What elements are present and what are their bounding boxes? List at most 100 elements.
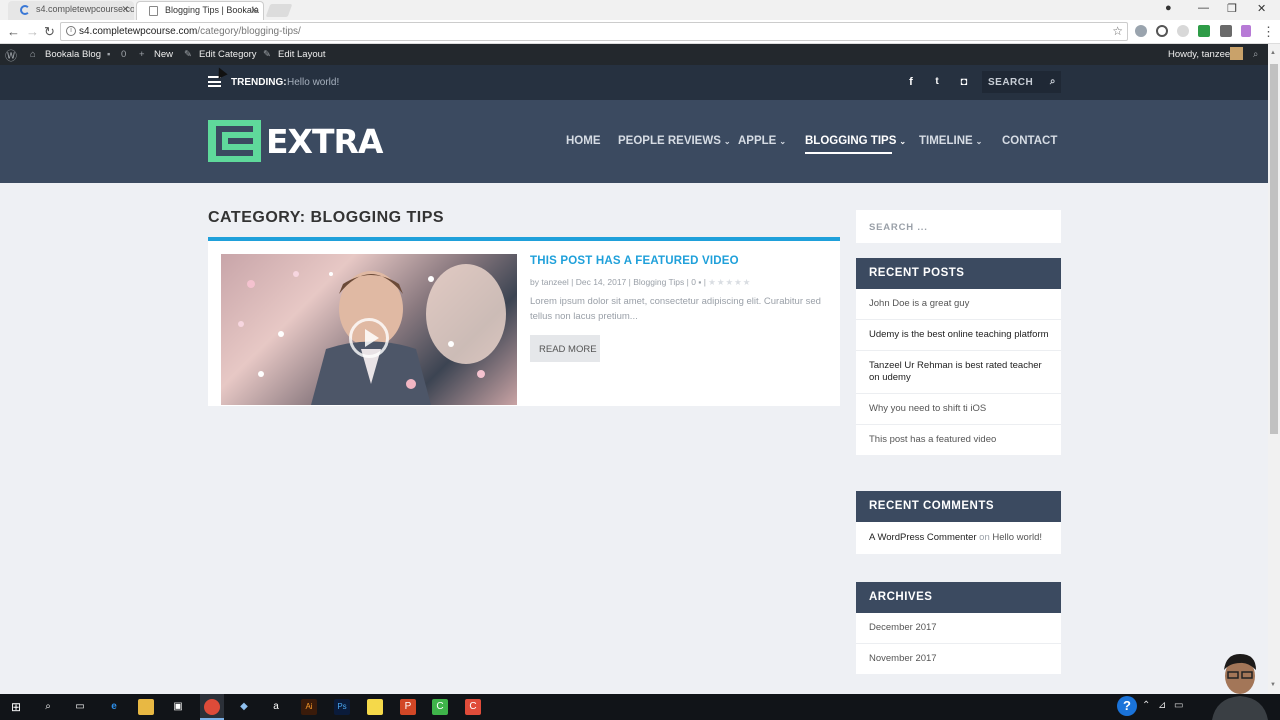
- recent-post-link[interactable]: John Doe is a great guy: [856, 289, 1061, 320]
- nav-label: APPLE: [738, 135, 777, 147]
- photoshop-icon[interactable]: Ps: [334, 699, 350, 715]
- howdy-link[interactable]: Howdy, tanzeel: [1168, 49, 1232, 60]
- post-title-link[interactable]: THIS POST HAS A FEATURED VIDEO: [530, 255, 739, 267]
- tab-title: Blogging Tips | Bookala: [165, 5, 259, 15]
- pen-icon[interactable]: [1241, 25, 1251, 37]
- meta-by: by: [530, 277, 539, 287]
- top-search-box[interactable]: SEARCH ⌕: [982, 71, 1061, 93]
- nav-timeline[interactable]: TIMELINE ⌄: [919, 135, 982, 147]
- plus-icon: +: [139, 49, 145, 60]
- archive-link[interactable]: December 2017: [856, 613, 1061, 644]
- recent-post-link[interactable]: This post has a featured video: [856, 425, 1061, 455]
- menu-icon[interactable]: ⋮: [1262, 24, 1275, 40]
- archive-link[interactable]: November 2017: [856, 644, 1061, 674]
- tray-chevron-icon[interactable]: ⌃: [1142, 700, 1150, 711]
- comment-post-link[interactable]: Hello world!: [992, 532, 1042, 543]
- windows-taskbar: ⊞ ⌕ ▭ e ▣ ◆ a Ai Ps P C C ? ⌃ ⊿ ▭: [0, 694, 1280, 720]
- battery-icon[interactable]: ▭: [1174, 700, 1183, 711]
- network-icon[interactable]: ⊿: [1158, 700, 1166, 711]
- nav-contact[interactable]: CONTACT: [1002, 135, 1057, 147]
- extension-icon[interactable]: [1177, 25, 1189, 37]
- pencil-icon: ✎: [184, 49, 192, 60]
- task-view-icon[interactable]: ▭: [72, 699, 88, 715]
- new-link[interactable]: New: [154, 49, 173, 60]
- scroll-up-icon[interactable]: ▲: [1270, 50, 1276, 56]
- extension-icon[interactable]: [1135, 25, 1147, 37]
- nav-apple[interactable]: APPLE ⌄: [738, 135, 786, 147]
- webcam-overlay: [1212, 654, 1268, 720]
- facebook-icon[interactable]: f: [902, 73, 920, 91]
- search-icon[interactable]: ⌕: [1253, 49, 1258, 60]
- store-icon[interactable]: ▣: [170, 699, 186, 715]
- back-icon[interactable]: ←: [7, 24, 20, 39]
- edit-category-link[interactable]: Edit Category: [199, 49, 257, 60]
- recent-post-link[interactable]: Tanzeel Ur Rehman is best rated teacher …: [856, 351, 1061, 394]
- nav-people-reviews[interactable]: PEOPLE REVIEWS ⌄: [618, 135, 731, 147]
- recent-post-link[interactable]: Why you need to shift ti iOS: [856, 394, 1061, 425]
- file-explorer-icon[interactable]: [138, 699, 154, 715]
- instagram-icon[interactable]: ◘: [955, 73, 973, 91]
- post-card: THIS POST HAS A FEATURED VIDEO by tanzee…: [208, 241, 840, 406]
- meta-date: Dec 14, 2017: [575, 277, 627, 287]
- dropbox-icon[interactable]: ◆: [236, 699, 252, 715]
- page-scrollbar[interactable]: ▲ ▼: [1268, 44, 1280, 694]
- rating-stars-icon[interactable]: ★★★★★: [708, 277, 751, 287]
- restore-icon[interactable]: ❐: [1227, 2, 1237, 15]
- powerpoint-icon[interactable]: P: [400, 699, 416, 715]
- logo-text[interactable]: EXTRA: [266, 122, 383, 161]
- camtasia-icon[interactable]: C: [432, 699, 448, 715]
- logo-icon[interactable]: [208, 120, 261, 162]
- windows-start-icon[interactable]: ⊞: [8, 699, 24, 715]
- trending-link[interactable]: Hello world!: [287, 77, 339, 88]
- bookmark-star-icon[interactable]: ☆: [1112, 24, 1123, 38]
- scrollbar-thumb[interactable]: [1270, 64, 1278, 434]
- play-icon[interactable]: [349, 318, 389, 358]
- browser-tab[interactable]: s4.completewpcourse.co ✕: [8, 1, 134, 20]
- recent-post-link[interactable]: Udemy is the best online teaching platfo…: [856, 320, 1061, 351]
- avatar[interactable]: [1230, 47, 1243, 60]
- window-close-icon[interactable]: ✕: [1257, 2, 1266, 15]
- edit-layout-link[interactable]: Edit Layout: [278, 49, 326, 60]
- comments-count[interactable]: 0: [121, 49, 126, 60]
- read-more-button[interactable]: READ MORE: [530, 335, 600, 362]
- help-icon[interactable]: ?: [1117, 696, 1137, 716]
- illustrator-icon[interactable]: Ai: [301, 699, 317, 715]
- browser-tab-active[interactable]: Blogging Tips | Bookala ✕: [136, 1, 264, 20]
- nav-blogging-tips[interactable]: BLOGGING TIPS ⌄: [805, 135, 906, 154]
- recorder-icon[interactable]: C: [465, 699, 481, 715]
- nav-home[interactable]: HOME: [566, 135, 601, 147]
- comment-author-link[interactable]: A WordPress Commenter: [869, 532, 977, 543]
- new-tab-button[interactable]: [265, 4, 293, 17]
- search-icon[interactable]: ⌕: [1050, 76, 1056, 87]
- amazon-icon[interactable]: a: [268, 699, 284, 715]
- chevron-down-icon: ⌄: [779, 137, 787, 146]
- site-name-link[interactable]: Bookala Blog: [45, 49, 101, 60]
- twitter-icon[interactable]: t: [928, 73, 946, 91]
- minimize-icon[interactable]: —: [1198, 2, 1209, 14]
- extension-icon[interactable]: [1220, 25, 1232, 37]
- chrome-icon[interactable]: [204, 699, 220, 715]
- close-icon[interactable]: ✕: [121, 4, 129, 15]
- nav-label: HOME: [566, 135, 601, 147]
- edge-icon[interactable]: e: [106, 699, 122, 715]
- wordpress-icon[interactable]: Ⓦ: [5, 47, 17, 64]
- sticky-notes-icon[interactable]: [367, 699, 383, 715]
- extension-icon[interactable]: [1156, 25, 1168, 37]
- sidebar-search-input[interactable]: SEARCH ...: [856, 210, 1061, 243]
- forward-icon[interactable]: →: [26, 24, 39, 39]
- address-bar[interactable]: i s4.completewpcourse.com/category/blogg…: [60, 22, 1128, 41]
- info-icon[interactable]: i: [66, 26, 76, 36]
- browser-toolbar: ← → ↻ i s4.completewpcourse.com/category…: [0, 20, 1280, 44]
- close-icon[interactable]: ✕: [250, 5, 258, 16]
- pencil-icon: ✎: [263, 49, 271, 60]
- extension-new-icon[interactable]: [1198, 25, 1210, 37]
- search-icon[interactable]: ⌕: [40, 699, 56, 715]
- chevron-down-icon: ⌄: [723, 137, 731, 146]
- post-thumbnail[interactable]: [221, 254, 517, 405]
- reload-icon[interactable]: ↻: [44, 24, 55, 40]
- chevron-down-icon: ⌄: [975, 137, 983, 146]
- meta-author-link[interactable]: tanzeel: [541, 277, 568, 287]
- meta-category-link[interactable]: Blogging Tips: [633, 277, 684, 287]
- profile-icon[interactable]: ●: [1165, 2, 1172, 14]
- comment-on: on: [979, 532, 990, 543]
